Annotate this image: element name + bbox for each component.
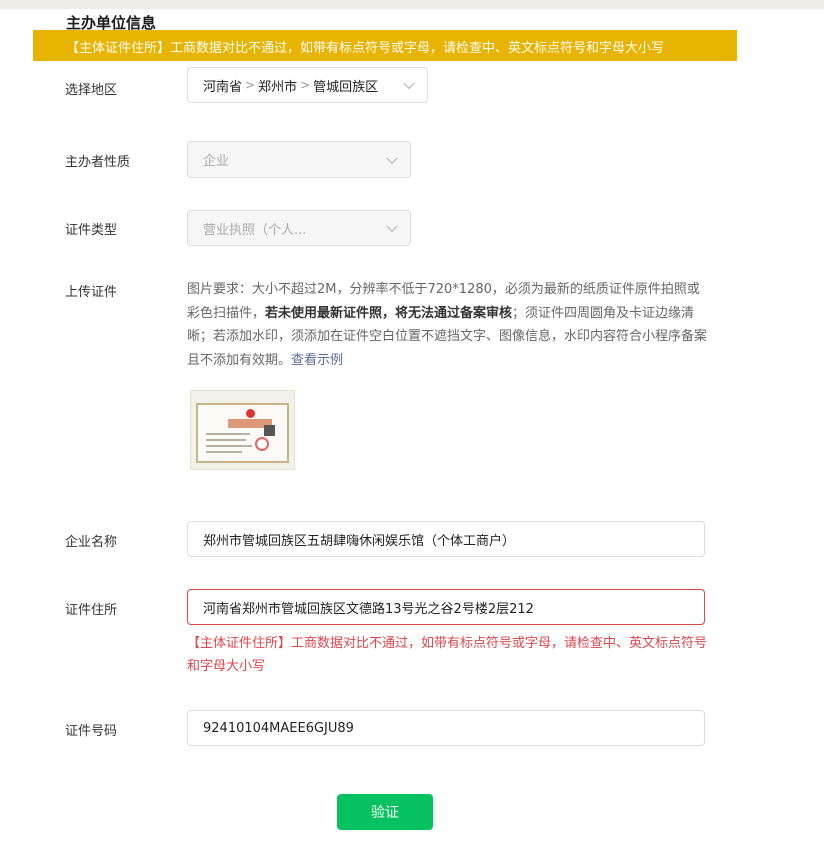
region-label: 选择地区 xyxy=(65,83,118,98)
company-name-value: 郑州市管城回族区五胡肆嗨休闲娱乐馆（个体工商户） xyxy=(203,533,516,549)
seal-icon xyxy=(255,437,269,451)
cert-number-label: 证件号码 xyxy=(65,724,118,739)
license-text-line xyxy=(206,451,242,453)
view-example-link[interactable]: 查看示例 xyxy=(291,353,343,368)
chevron-down-icon xyxy=(386,152,398,164)
license-text-line xyxy=(206,433,250,435)
license-text-line xyxy=(206,445,252,447)
verify-button[interactable]: 验证 xyxy=(337,794,433,830)
district-value: 管城回族区 xyxy=(313,79,379,95)
cert-address-input[interactable]: 河南省郑州市管城回族区文德路13号光之谷2号楼2层212 xyxy=(187,589,705,625)
emblem-icon xyxy=(246,409,255,418)
upload-label: 上传证件 xyxy=(65,285,118,300)
sponsor-nature-label: 主办者性质 xyxy=(65,155,131,170)
chevron-right-icon: > xyxy=(245,78,256,92)
cert-address-label: 证件住所 xyxy=(65,603,118,618)
chevron-down-icon xyxy=(386,220,398,233)
sponsor-nature-select[interactable]: 企业 xyxy=(187,141,411,178)
cert-address-value: 河南省郑州市管城回族区文德路13号光之谷2号楼2层212 xyxy=(203,601,534,617)
company-name-input[interactable]: 郑州市管城回族区五胡肆嗨休闲娱乐馆（个体工商户） xyxy=(187,521,705,557)
license-text-line xyxy=(206,439,246,441)
province-value: 河南省 xyxy=(203,79,243,95)
license-thumbnail[interactable] xyxy=(190,390,295,470)
qr-code-icon xyxy=(264,425,275,436)
region-selector[interactable]: 河南省 > 郑州市 > 管城回族区 xyxy=(187,67,428,103)
sponsor-nature-value: 企业 xyxy=(203,154,230,169)
chevron-right-icon: > xyxy=(300,78,311,92)
cert-type-select[interactable]: 营业执照（个人... xyxy=(187,210,411,246)
company-name-label: 企业名称 xyxy=(65,535,118,550)
chevron-down-icon xyxy=(403,77,415,90)
upload-desc-bold: 若未使用最新证件照，将无法通过备案审核 xyxy=(265,305,513,321)
error-banner: 【主体证件住所】工商数据对比不通过，如带有标点符号或字母，请检查中、英文标点符号… xyxy=(33,30,737,61)
cert-type-label: 证件类型 xyxy=(65,223,118,238)
license-frame xyxy=(196,403,289,463)
top-strip xyxy=(0,0,824,9)
upload-requirements: 图片要求：大小不超过2M，分辨率不低于720*1280，必须为最新的纸质证件原件… xyxy=(187,278,709,372)
cert-number-input[interactable]: 92410104MAEE6GJU89 xyxy=(187,710,705,746)
cert-address-error: 【主体证件住所】工商数据对比不通过，如带有标点符号或字母，请检查中、英文标点符号… xyxy=(187,636,708,674)
cert-type-value: 营业执照（个人... xyxy=(203,222,307,238)
cert-number-value: 92410104MAEE6GJU89 xyxy=(203,720,354,736)
city-value: 郑州市 xyxy=(258,79,298,95)
